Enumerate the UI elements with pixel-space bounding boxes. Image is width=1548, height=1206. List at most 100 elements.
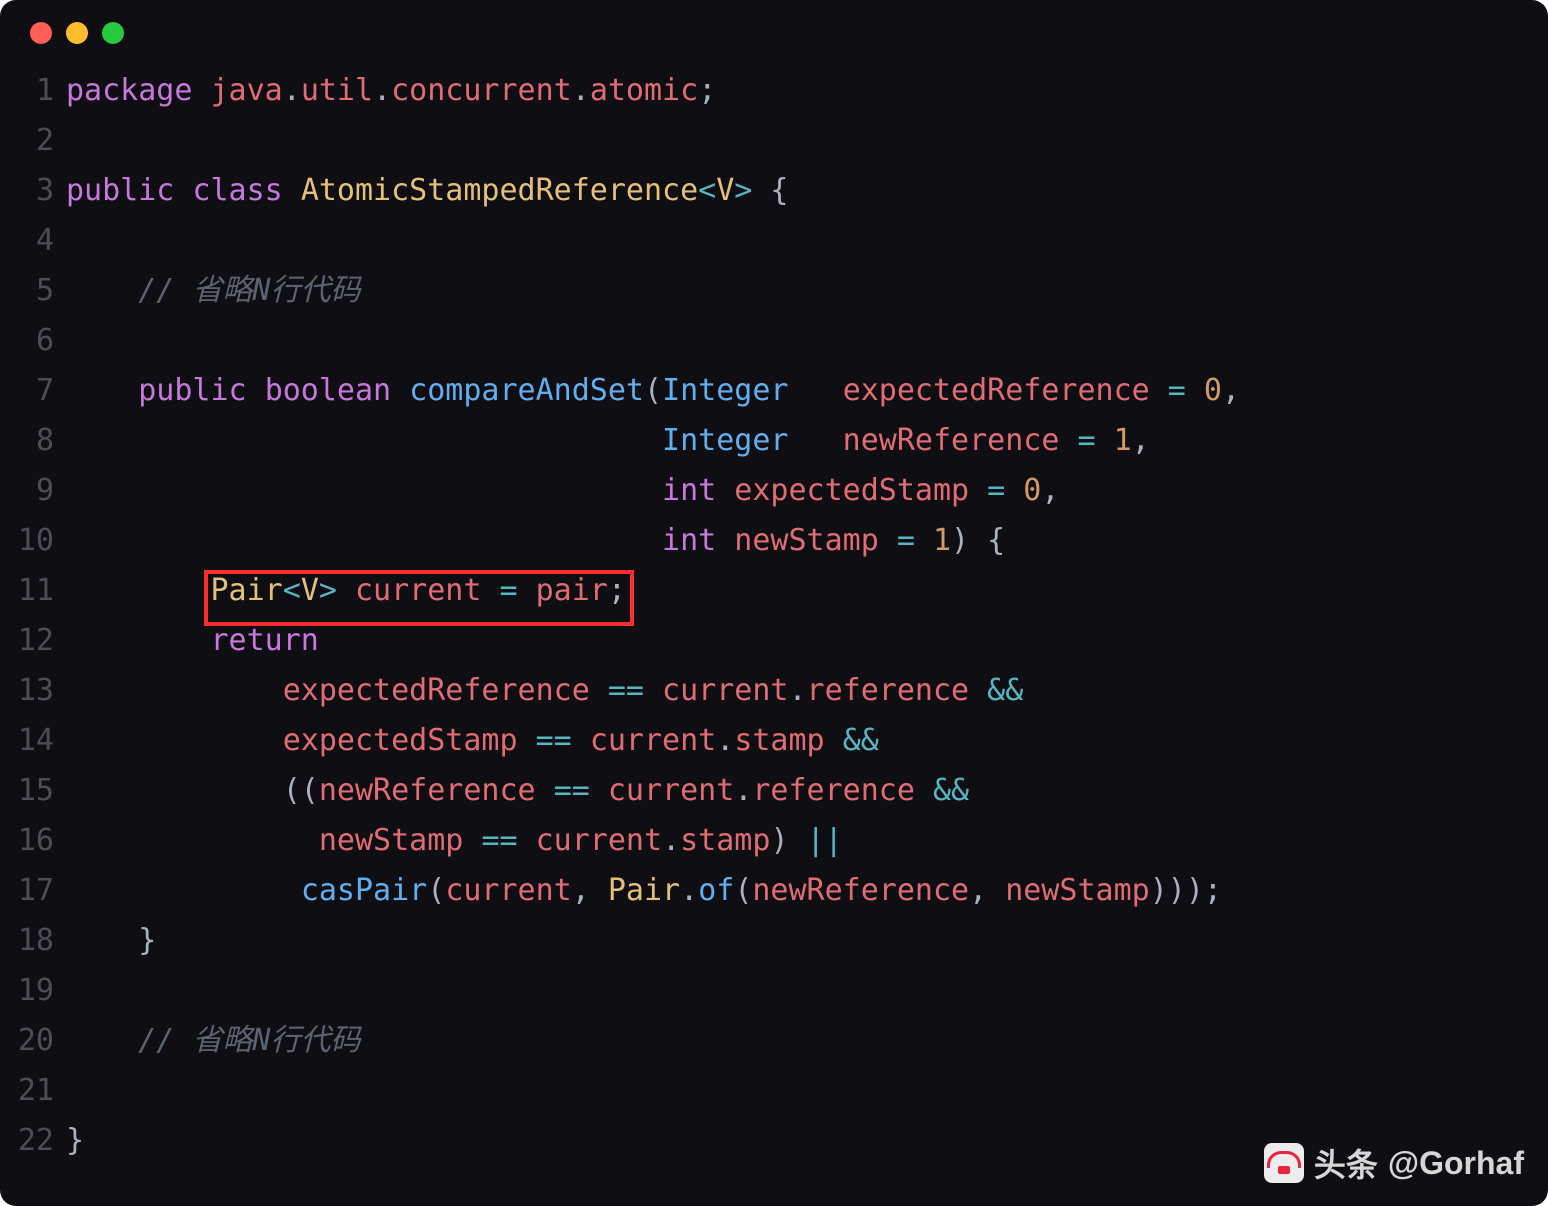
code-line[interactable]: 16 newStamp == current.stamp) || (0, 816, 1548, 866)
token-fn: of (698, 873, 734, 908)
token-op: > (734, 173, 752, 208)
code-content[interactable]: casPair(current, Pair.of(newReference, n… (66, 866, 1548, 916)
token-plain (174, 173, 192, 208)
code-line[interactable]: 1package java.util.concurrent.atomic; (0, 66, 1548, 116)
token-op: == (481, 823, 517, 858)
code-content[interactable]: int expectedStamp = 0, (66, 466, 1548, 516)
line-number: 10 (0, 516, 66, 566)
token-plain (337, 573, 355, 608)
token-var: current (536, 823, 662, 858)
code-content[interactable]: Pair<V> current = pair; (66, 566, 1548, 616)
code-content[interactable]: package java.util.concurrent.atomic; (66, 66, 1548, 116)
code-line[interactable]: 12 return (0, 616, 1548, 666)
code-content[interactable]: Integer newReference = 1, (66, 416, 1548, 466)
token-op: == (536, 723, 572, 758)
token-op: && (933, 773, 969, 808)
token-plain (518, 573, 536, 608)
code-line[interactable]: 14 expectedStamp == current.stamp && (0, 716, 1548, 766)
code-line[interactable]: 15 ((newReference == current.reference &… (0, 766, 1548, 816)
code-content[interactable]: public class AtomicStampedReference<V> { (66, 166, 1548, 216)
token-plain (66, 723, 283, 758)
titlebar (0, 0, 1548, 66)
code-line[interactable]: 10 int newStamp = 1) { (0, 516, 1548, 566)
code-line[interactable]: 18 } (0, 916, 1548, 966)
code-content[interactable]: // 省略N行代码 (66, 1016, 1548, 1066)
token-op: = (500, 573, 518, 608)
code-content[interactable]: expectedStamp == current.stamp && (66, 716, 1548, 766)
line-number: 6 (0, 316, 66, 366)
token-kw: public (66, 173, 174, 208)
token-kw: boolean (265, 373, 391, 408)
code-line[interactable]: 17 casPair(current, Pair.of(newReference… (0, 866, 1548, 916)
code-content[interactable]: } (66, 916, 1548, 966)
token-punct: ) (770, 823, 806, 858)
line-number: 12 (0, 616, 66, 666)
close-icon[interactable] (30, 22, 52, 44)
token-var: stamp (734, 723, 824, 758)
code-line[interactable]: 8 Integer newReference = 1, (0, 416, 1548, 466)
token-punct: . (716, 723, 734, 758)
token-plain (518, 723, 536, 758)
token-num: 0 (1204, 373, 1222, 408)
line-number: 15 (0, 766, 66, 816)
code-line[interactable]: 7 public boolean compareAndSet(Integer e… (0, 366, 1548, 416)
code-line[interactable]: 5 // 省略N行代码 (0, 266, 1548, 316)
token-var: expectedReference (843, 373, 1150, 408)
code-line[interactable]: 21 (0, 1066, 1548, 1116)
token-plain (572, 723, 590, 758)
token-plain (590, 773, 608, 808)
token-plain (1186, 373, 1204, 408)
token-punct: , (1222, 373, 1240, 408)
token-plain (66, 373, 138, 408)
code-line[interactable]: 6 (0, 316, 1548, 366)
token-cls: AtomicStampedReference (301, 173, 698, 208)
toutiao-icon (1264, 1143, 1304, 1183)
code-line[interactable]: 2 (0, 116, 1548, 166)
token-num: 1 (1114, 423, 1132, 458)
code-line[interactable]: 4 (0, 216, 1548, 266)
line-number: 5 (0, 266, 66, 316)
code-content[interactable]: newStamp == current.stamp) || (66, 816, 1548, 866)
line-number: 7 (0, 366, 66, 416)
token-kw: int (662, 473, 716, 508)
code-line[interactable]: 20 // 省略N行代码 (0, 1016, 1548, 1066)
token-var: java (211, 73, 283, 108)
code-line[interactable]: 19 (0, 966, 1548, 1016)
code-line[interactable]: 9 int expectedStamp = 0, (0, 466, 1548, 516)
token-punct: , (1041, 473, 1059, 508)
code-content[interactable]: ((newReference == current.reference && (66, 766, 1548, 816)
code-content[interactable]: int newStamp = 1) { (66, 516, 1548, 566)
code-content[interactable]: return (66, 616, 1548, 666)
token-op: == (608, 673, 644, 708)
token-type: Integer (662, 423, 788, 458)
code-content[interactable]: // 省略N行代码 (66, 266, 1548, 316)
code-area[interactable]: 1package java.util.concurrent.atomic;23p… (0, 66, 1548, 1166)
token-punct: , (969, 873, 1005, 908)
token-var: current (355, 573, 481, 608)
code-line[interactable]: 3public class AtomicStampedReference<V> … (0, 166, 1548, 216)
token-punct: . (283, 73, 301, 108)
token-var: current (445, 873, 571, 908)
token-plain (788, 423, 842, 458)
token-plain (1150, 373, 1168, 408)
token-plain (716, 523, 734, 558)
token-plain (1059, 423, 1077, 458)
token-plain (969, 673, 987, 708)
code-line[interactable]: 13 expectedReference == current.referenc… (0, 666, 1548, 716)
token-op: == (554, 773, 590, 808)
token-punct: ) { (951, 523, 1005, 558)
code-line[interactable]: 11 Pair<V> current = pair; (0, 566, 1548, 616)
editor-window: 1package java.util.concurrent.atomic;23p… (0, 0, 1548, 1206)
token-op: || (807, 823, 843, 858)
watermark-handle: @Gorhaf (1388, 1145, 1524, 1182)
token-plain (590, 673, 608, 708)
token-punct: ( (734, 873, 752, 908)
line-number: 20 (0, 1016, 66, 1066)
code-content[interactable]: expectedReference == current.reference &… (66, 666, 1548, 716)
code-content[interactable]: public boolean compareAndSet(Integer exp… (66, 366, 1548, 416)
token-plain (518, 823, 536, 858)
zoom-icon[interactable] (102, 22, 124, 44)
minimize-icon[interactable] (66, 22, 88, 44)
token-op: = (987, 473, 1005, 508)
token-punct: . (572, 73, 590, 108)
